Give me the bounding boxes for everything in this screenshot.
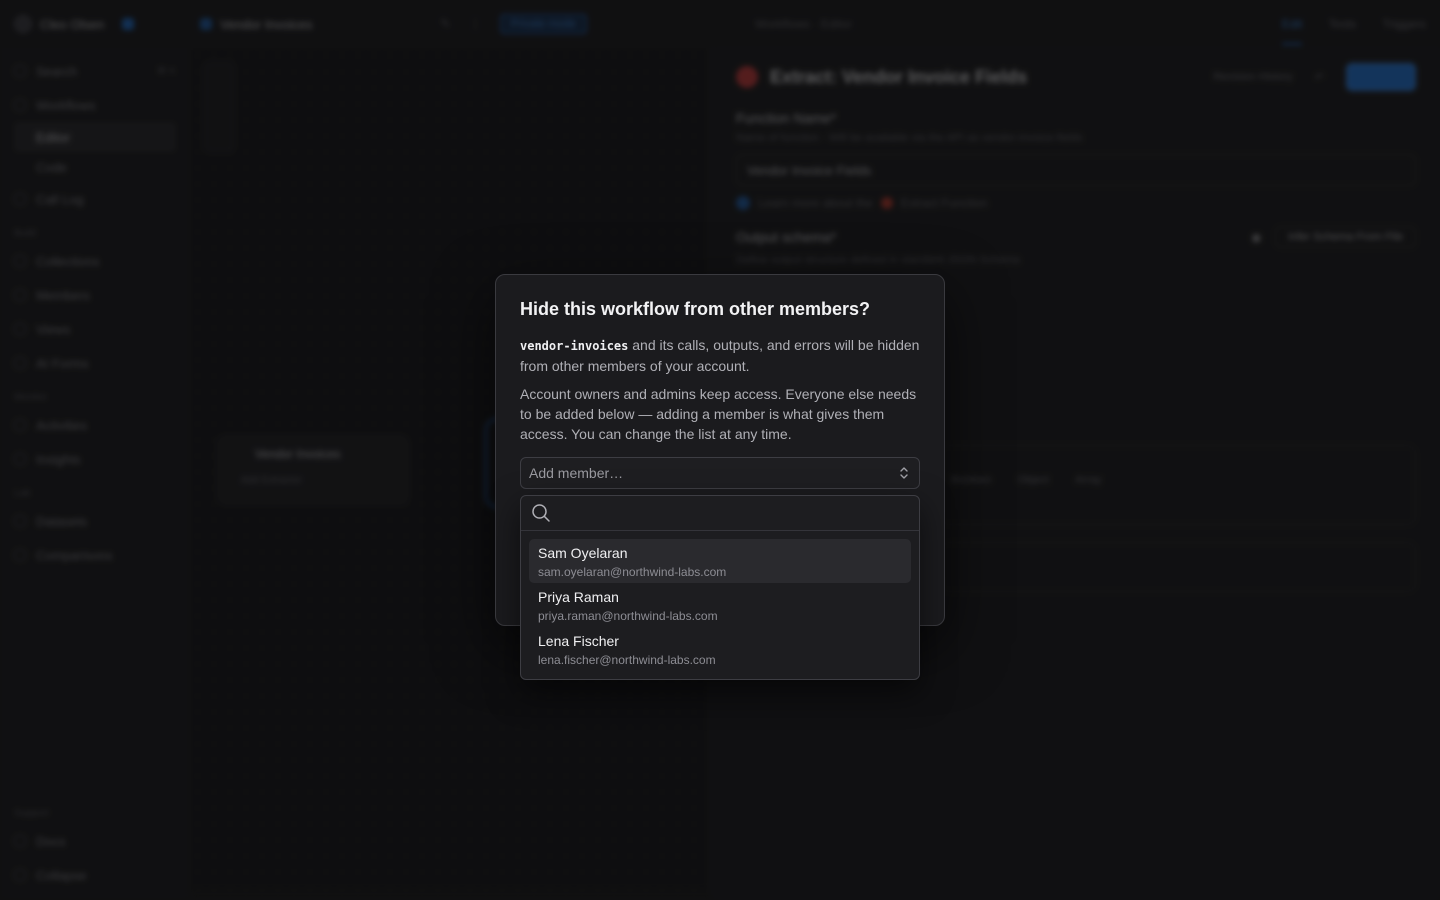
dialog-access-note: Account owners and admins keep access. E… <box>520 386 917 442</box>
member-search <box>521 496 919 531</box>
member-email: priya.raman@northwind-labs.com <box>538 609 718 623</box>
search-icon <box>532 504 550 522</box>
add-member-select[interactable]: Add member… <box>520 457 920 489</box>
workflow-slug: vendor-invoices <box>520 339 629 353</box>
member-option-priya-raman[interactable]: Priya Raman priya.raman@northwind-labs.c… <box>529 583 911 627</box>
member-dropdown: Sam Oyelaran sam.oyelaran@northwind-labs… <box>520 495 920 680</box>
member-email: sam.oyelaran@northwind-labs.com <box>538 565 727 579</box>
member-option-sam-oyelaran[interactable]: Sam Oyelaran sam.oyelaran@northwind-labs… <box>529 539 911 583</box>
member-name: Lena Fischer <box>538 633 619 649</box>
member-email: lena.fischer@northwind-labs.com <box>538 653 716 667</box>
member-search-input[interactable] <box>561 501 909 525</box>
chevron-up-down-icon <box>900 467 908 479</box>
member-option-lena-fischer[interactable]: Lena Fischer lena.fischer@northwind-labs… <box>529 627 911 671</box>
add-member-placeholder: Add member… <box>529 465 624 481</box>
member-name: Sam Oyelaran <box>538 545 628 561</box>
member-name: Priya Raman <box>538 589 619 605</box>
member-list: Sam Oyelaran sam.oyelaran@northwind-labs… <box>521 531 919 679</box>
dialog-description: vendor-invoices and its calls, outputs, … <box>520 335 920 376</box>
dialog-title: Hide this workflow from other members? <box>520 299 871 319</box>
